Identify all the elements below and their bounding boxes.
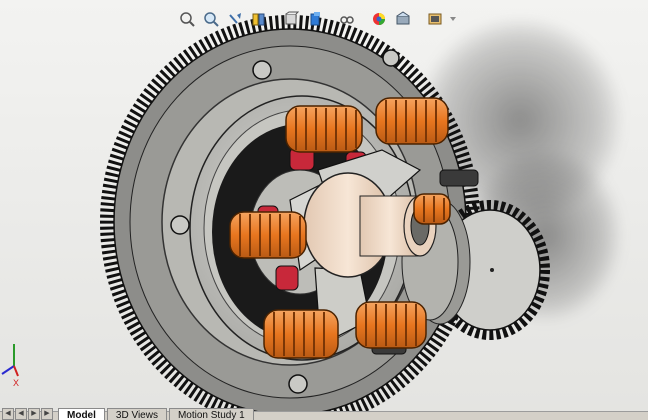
previous-view-icon[interactable] (224, 8, 246, 30)
triad-z-axis (1, 365, 15, 375)
tab-scroll-first-icon[interactable]: ◀ (2, 408, 14, 420)
hide-show-items-icon[interactable] (336, 8, 358, 30)
tab-3d-views[interactable]: 3D Views (106, 408, 167, 420)
clutch-gear-model[interactable] (0, 0, 648, 412)
chevron-down-icon[interactable] (448, 8, 458, 30)
coordinate-triad: X (1, 344, 19, 388)
heads-up-view-toolbar (176, 6, 458, 32)
graphics-area[interactable]: X (0, 0, 648, 412)
model-view-tabs: ◀ ◀ ▶ ▶ Model 3D Views Motion Study 1 (0, 408, 648, 420)
apply-scene-icon[interactable] (392, 8, 414, 30)
zoom-to-fit-icon[interactable] (176, 8, 198, 30)
triad-x-label: X (13, 378, 19, 388)
tab-motion-study[interactable]: Motion Study 1 (168, 408, 254, 420)
display-style-icon[interactable] (304, 8, 326, 30)
tab-scroll-arrows: ◀ ◀ ▶ ▶ (2, 408, 54, 420)
section-view-icon[interactable] (248, 8, 270, 30)
tab-scroll-prev-icon[interactable]: ◀ (15, 408, 27, 420)
tab-model[interactable]: Model (58, 408, 105, 420)
view-orientation-icon[interactable] (280, 8, 302, 30)
view-settings-icon[interactable] (424, 8, 446, 30)
tab-scroll-next-icon[interactable]: ▶ (28, 408, 40, 420)
zoom-to-area-icon[interactable] (200, 8, 222, 30)
tab-scroll-last-icon[interactable]: ▶ (41, 408, 53, 420)
edit-appearance-icon[interactable] (368, 8, 390, 30)
triad-x-axis (13, 365, 19, 377)
